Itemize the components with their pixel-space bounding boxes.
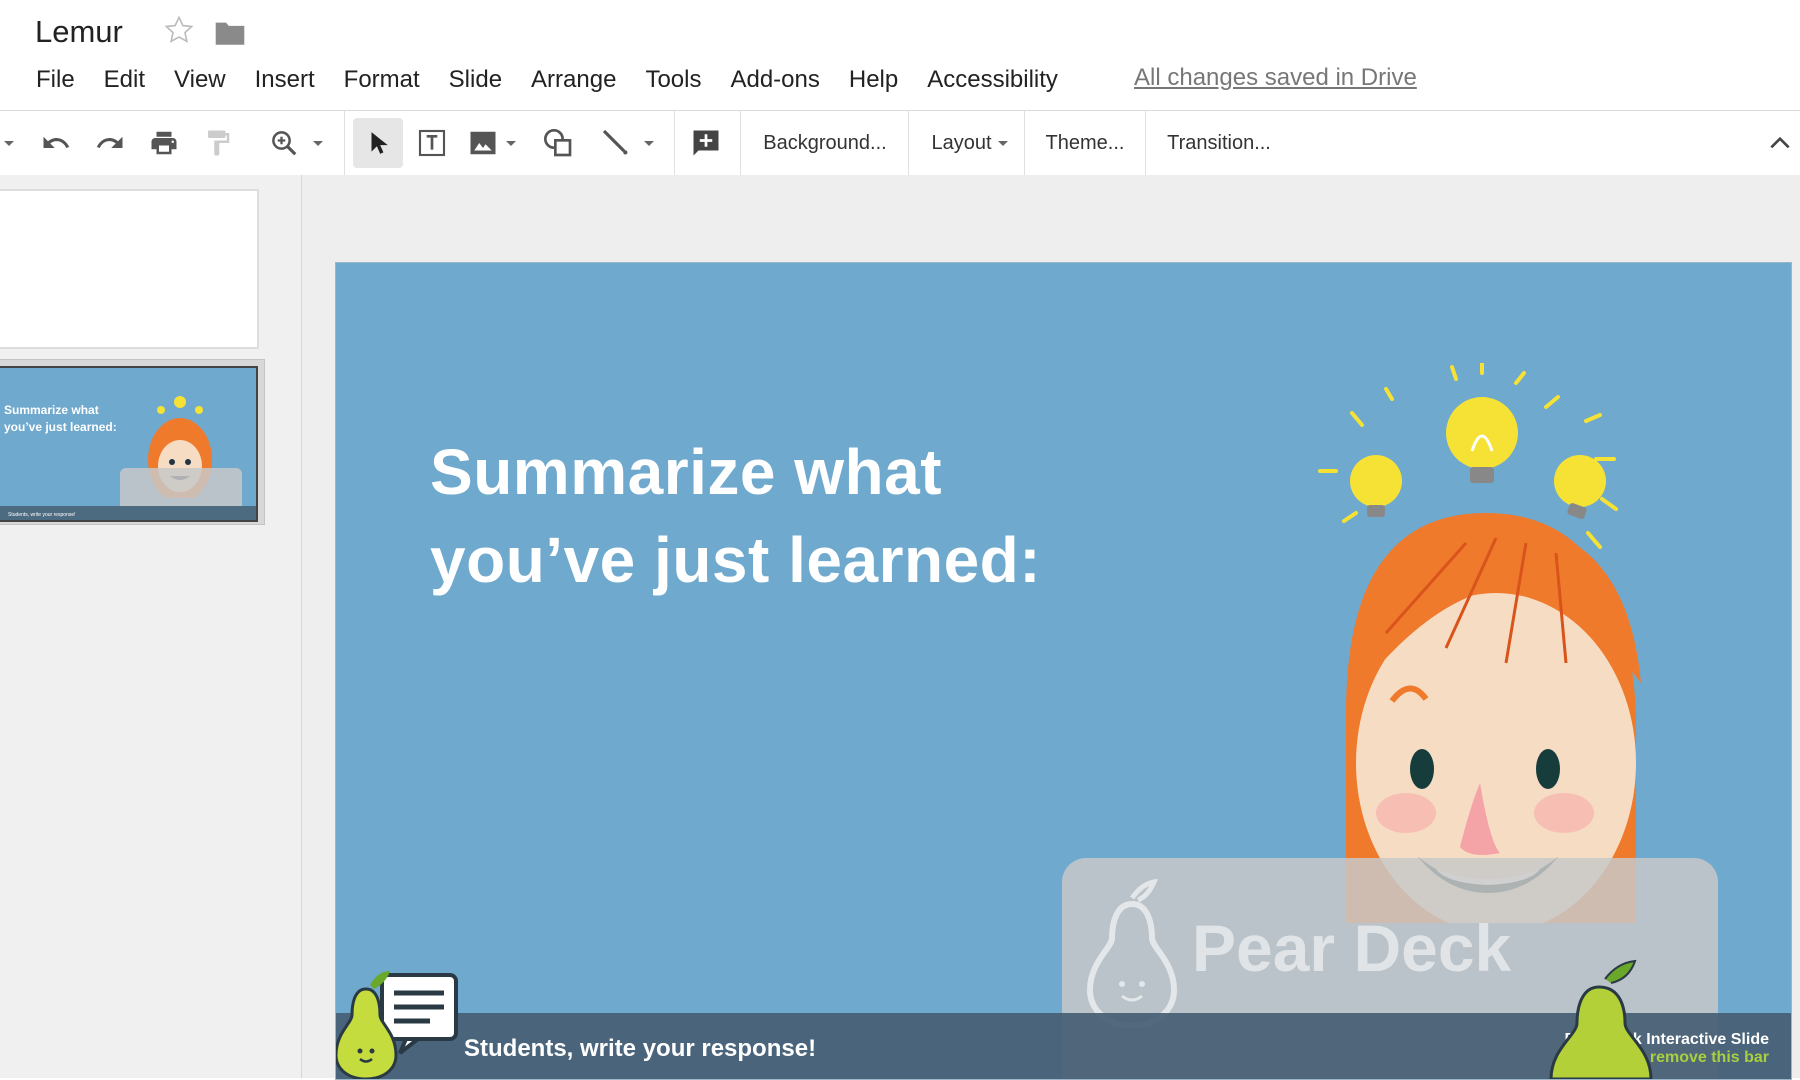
menu-format[interactable]: Format bbox=[344, 66, 420, 94]
star-icon[interactable] bbox=[163, 14, 195, 46]
select-tool-button[interactable] bbox=[353, 118, 403, 168]
document-title[interactable]: Lemur bbox=[35, 14, 123, 50]
layout-button[interactable]: Layout bbox=[909, 111, 1024, 175]
menu-insert[interactable]: Insert bbox=[255, 66, 315, 94]
slide-thumbnail-2-preview: Summarize what you’ve just learned: Stud… bbox=[0, 366, 258, 522]
menu-bar: File Edit View Insert Format Slide Arran… bbox=[36, 62, 1087, 98]
background-button[interactable]: Background... bbox=[741, 111, 909, 175]
line-dropdown-icon bbox=[644, 140, 654, 146]
menu-tools[interactable]: Tools bbox=[645, 66, 701, 94]
transition-label: Transition... bbox=[1167, 131, 1271, 154]
image-dropdown-icon bbox=[506, 140, 516, 146]
undo-icon bbox=[43, 136, 70, 148]
folder-icon[interactable] bbox=[214, 20, 246, 46]
pear-deck-card-logo: Pear Deck bbox=[1192, 911, 1512, 985]
menu-slide[interactable]: Slide bbox=[449, 66, 502, 94]
pear-deck-logo-icon bbox=[1549, 959, 1653, 1079]
slide-filmstrip: Summarize what you’ve just learned: Stud… bbox=[0, 175, 302, 1078]
saved-status-link[interactable]: All changes saved in Drive bbox=[1134, 64, 1417, 92]
print-button[interactable] bbox=[144, 111, 184, 175]
thumbnail-title-line1: Summarize what bbox=[4, 403, 99, 417]
undo-button[interactable] bbox=[36, 111, 76, 175]
chevron-up-icon bbox=[1770, 136, 1790, 149]
bar-instruction-text: Students, write your response! bbox=[464, 1035, 817, 1062]
add-comment-button[interactable] bbox=[686, 111, 726, 175]
thumbnail-bar: Students, write your response! bbox=[0, 506, 256, 520]
shape-button[interactable] bbox=[536, 111, 580, 175]
text-box-button[interactable] bbox=[412, 111, 452, 175]
pear-logo-icon bbox=[1086, 878, 1178, 1028]
theme-button[interactable]: Theme... bbox=[1025, 111, 1145, 175]
toolbar-overflow-dropdown[interactable] bbox=[0, 111, 18, 175]
insert-image-button[interactable] bbox=[462, 111, 522, 175]
slide-canvas[interactable]: Summarize what you’ve just learned: Pear… bbox=[335, 262, 1792, 1080]
thumbnail-title-line2: you’ve just learned: bbox=[4, 420, 117, 434]
menu-accessibility[interactable]: Accessibility bbox=[927, 66, 1058, 94]
redo-button[interactable] bbox=[90, 111, 130, 175]
add-comment-icon bbox=[693, 130, 719, 156]
pear-speech-icon bbox=[336, 971, 458, 1079]
zoom-dropdown-icon bbox=[313, 140, 323, 146]
slide-thumbnail-1[interactable] bbox=[0, 189, 259, 349]
menu-add-ons[interactable]: Add-ons bbox=[730, 66, 819, 94]
menu-help[interactable]: Help bbox=[849, 66, 898, 94]
layout-label: Layout bbox=[931, 131, 992, 154]
line-icon bbox=[602, 129, 628, 155]
thumbnail-bar-text: Students, write your response! bbox=[8, 512, 76, 518]
background-label: Background... bbox=[763, 131, 887, 154]
image-icon bbox=[470, 131, 496, 155]
shape-icon bbox=[544, 129, 572, 157]
slide-title-line2: you’ve just learned: bbox=[430, 524, 1042, 596]
slide-title-line1: Summarize what bbox=[430, 436, 943, 508]
layout-dropdown-icon bbox=[997, 140, 1008, 146]
cursor-icon bbox=[371, 132, 388, 154]
menu-arrange[interactable]: Arrange bbox=[531, 66, 616, 94]
paint-format-button[interactable] bbox=[198, 111, 238, 175]
toolbar: Background... Layout Theme... Transition… bbox=[0, 110, 1800, 176]
line-button[interactable] bbox=[594, 111, 660, 175]
menu-file[interactable]: File bbox=[36, 66, 75, 94]
transition-button[interactable]: Transition... bbox=[1146, 111, 1292, 175]
paint-format-icon bbox=[208, 130, 230, 156]
redo-icon bbox=[96, 136, 123, 148]
menu-edit[interactable]: Edit bbox=[104, 66, 145, 94]
zoom-icon bbox=[272, 131, 297, 156]
thumbnail-title: Summarize what you’ve just learned: bbox=[4, 402, 117, 436]
theme-label: Theme... bbox=[1045, 131, 1125, 154]
collapse-toolbar-button[interactable] bbox=[1760, 111, 1800, 175]
text-box-icon bbox=[418, 129, 446, 157]
print-icon bbox=[151, 131, 177, 155]
menu-view[interactable]: View bbox=[174, 66, 226, 94]
slide-canvas-area: Summarize what you’ve just learned: Pear… bbox=[302, 175, 1800, 1080]
zoom-button[interactable] bbox=[262, 111, 330, 175]
girl-lightbulb-illustration[interactable] bbox=[1196, 363, 1756, 923]
slide-thumbnail-2[interactable]: Summarize what you’ve just learned: Stud… bbox=[0, 359, 265, 525]
slide-title[interactable]: Summarize what you’ve just learned: bbox=[430, 428, 1041, 604]
